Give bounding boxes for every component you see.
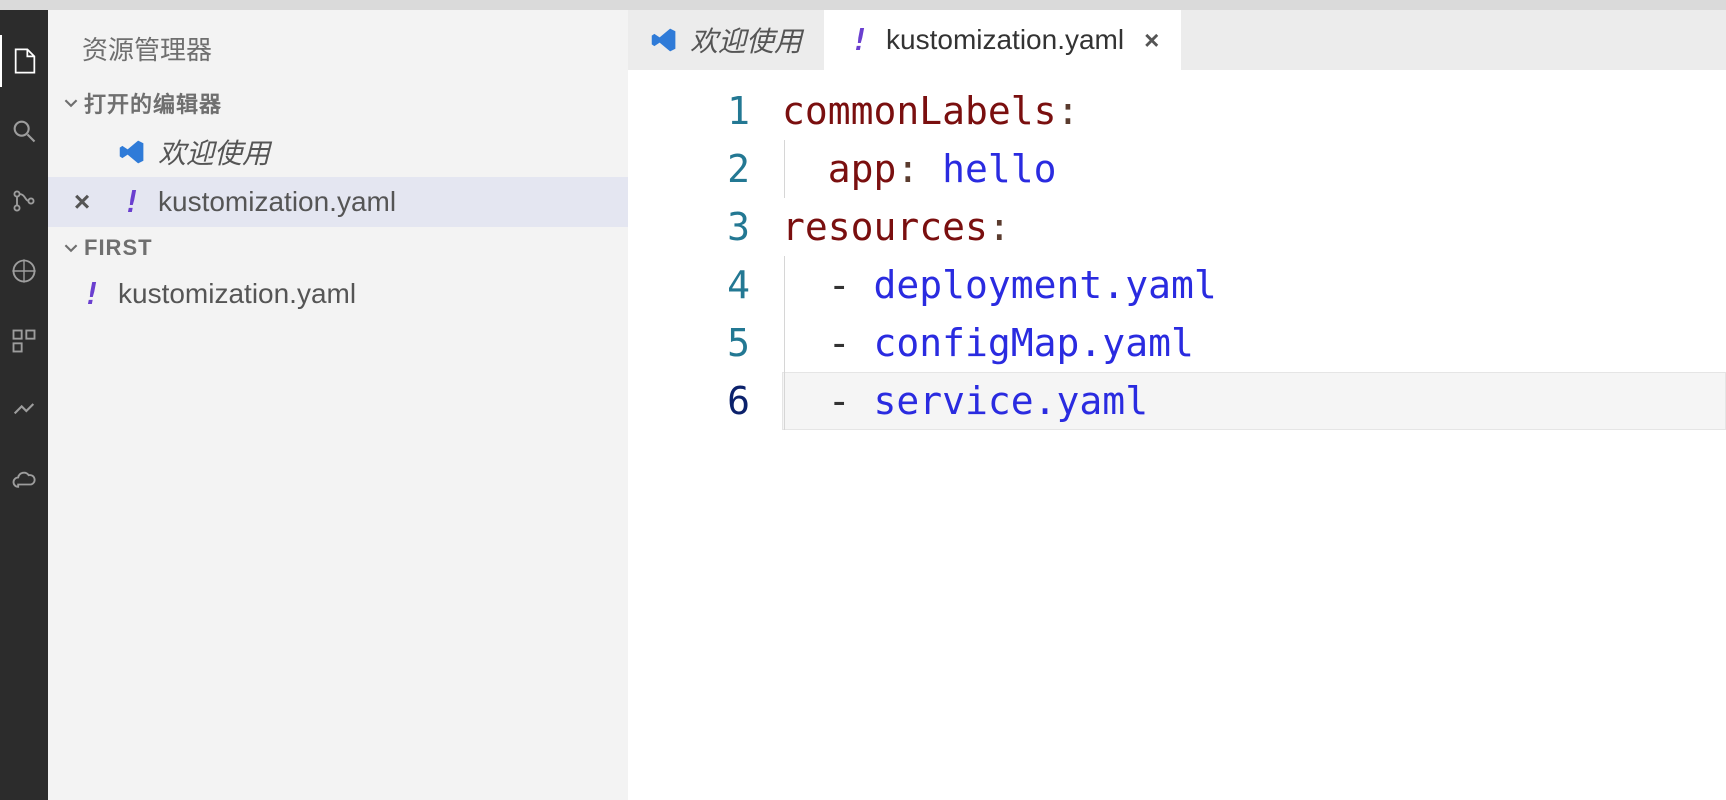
explorer-title: 资源管理器 [48,10,628,79]
line-number: 3 [628,198,750,256]
plugin-icon [10,397,38,425]
folder-label: FIRST [84,235,153,261]
exclaim-icon: ! [118,185,146,220]
line-number: 6 [628,372,750,430]
line-number: 4 [628,256,750,314]
activity-extensions[interactable] [0,315,48,367]
open-editor-welcome[interactable]: 欢迎使用 [48,127,628,177]
activity-debug[interactable] [0,245,48,297]
explorer-sidebar: 资源管理器 打开的编辑器 欢迎使用 × ! kustomization.yaml… [48,10,628,800]
activity-search[interactable] [0,105,48,157]
folder-header[interactable]: FIRST [48,227,628,269]
activity-bar [0,10,48,800]
line-number: 2 [628,140,750,198]
activity-explorer[interactable] [0,35,48,87]
code-editor[interactable]: 123456 commonLabels: app: helloresources… [628,70,1726,800]
code-line[interactable]: commonLabels: [782,82,1726,140]
source-control-icon [10,187,38,215]
file-tree-item-kustomization[interactable]: ! kustomization.yaml [48,269,628,319]
code-line[interactable]: resources: [782,198,1726,256]
tab-label: kustomization.yaml [886,24,1124,56]
extensions-icon [10,327,38,355]
file-tree-label: kustomization.yaml [118,278,356,310]
search-icon [10,117,38,145]
editor-area: 欢迎使用 ! kustomization.yaml × 123456 commo… [628,10,1726,800]
vscode-icon [118,138,146,166]
tab-welcome[interactable]: 欢迎使用 [628,10,824,70]
code-line[interactable]: - service.yaml [782,372,1726,430]
chevron-down-icon [64,241,78,255]
cloud-icon [10,467,38,495]
activity-scm[interactable] [0,175,48,227]
code-line[interactable]: app: hello [782,140,1726,198]
activity-extra-1[interactable] [0,385,48,437]
line-number-gutter: 123456 [628,82,782,800]
vscode-icon [650,26,678,54]
open-editors-header[interactable]: 打开的编辑器 [48,79,628,127]
tab-kustomization[interactable]: ! kustomization.yaml × [824,10,1181,70]
code-line[interactable]: - configMap.yaml [782,314,1726,372]
debug-icon [10,257,38,285]
activity-extra-2[interactable] [0,455,48,507]
window-titlebar-strip [0,0,1726,10]
code-line[interactable]: - deployment.yaml [782,256,1726,314]
close-icon: × [74,186,90,218]
tab-close-button[interactable]: × [1144,25,1159,56]
line-number: 5 [628,314,750,372]
open-editor-kustomization[interactable]: × ! kustomization.yaml [48,177,628,227]
code-lines[interactable]: commonLabels: app: helloresources: - dep… [782,82,1726,800]
chevron-down-icon [64,96,78,110]
open-editor-label: 欢迎使用 [158,132,270,172]
app-root: 资源管理器 打开的编辑器 欢迎使用 × ! kustomization.yaml… [0,0,1726,800]
exclaim-icon: ! [846,23,874,58]
close-button[interactable]: × [62,186,102,218]
tab-label: 欢迎使用 [690,20,802,60]
line-number: 1 [628,82,750,140]
exclaim-icon: ! [78,277,106,312]
files-icon [11,47,39,75]
tab-bar: 欢迎使用 ! kustomization.yaml × [628,10,1726,70]
open-editor-label: kustomization.yaml [158,186,396,218]
open-editors-label: 打开的编辑器 [84,87,222,119]
